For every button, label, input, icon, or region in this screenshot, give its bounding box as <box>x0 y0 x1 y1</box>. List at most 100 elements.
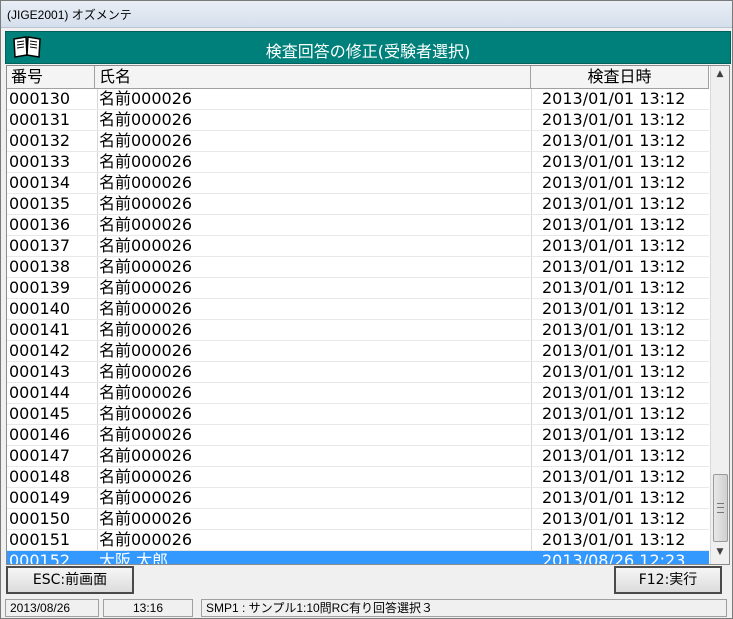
table-row[interactable]: 000130 名前000026 2013/01/01 13:12 <box>7 89 709 110</box>
cell-number: 000135 <box>9 194 71 213</box>
cell-name: 名前000026 <box>97 89 529 109</box>
cell-date: 2013/01/01 13:12 <box>531 89 718 109</box>
status-time: 13:16 <box>103 599 193 617</box>
cell-date: 2013/01/01 13:12 <box>531 194 718 214</box>
cell-date: 2013/01/01 13:12 <box>531 509 718 529</box>
cell-name: 名前000026 <box>97 173 529 193</box>
table-row[interactable]: 000142 名前000026 2013/01/01 13:12 <box>7 341 709 362</box>
cell-name: 名前000026 <box>97 257 529 277</box>
cell-number: 000141 <box>9 320 71 339</box>
table-row[interactable]: 000131 名前000026 2013/01/01 13:12 <box>7 110 709 131</box>
cell-name: 名前000026 <box>97 110 529 130</box>
scroll-down-icon[interactable]: ▼ <box>712 544 728 561</box>
cell-name: 名前000026 <box>97 383 529 403</box>
column-header-name[interactable]: 氏名 <box>95 66 531 88</box>
cell-number: 000144 <box>9 383 71 402</box>
header-banner: 検査回答の修正(受験者選択) <box>5 31 731 64</box>
cell-name: 名前000026 <box>97 488 529 508</box>
cell-name: 名前000026 <box>97 215 529 235</box>
cell-number: 000130 <box>9 89 71 108</box>
table-row[interactable]: 000151 名前000026 2013/01/01 13:12 <box>7 530 709 551</box>
cell-number: 000133 <box>9 152 71 171</box>
cell-date: 2013/01/01 13:12 <box>531 215 718 235</box>
execute-button[interactable]: F12:実行 <box>614 566 722 594</box>
table-row[interactable]: 000147 名前000026 2013/01/01 13:12 <box>7 446 709 467</box>
cell-number: 000136 <box>9 215 71 234</box>
cell-name: 名前000026 <box>97 362 529 382</box>
cell-date: 2013/01/01 13:12 <box>531 278 718 298</box>
cell-name: 名前000026 <box>97 152 529 172</box>
cell-date: 2013/01/01 13:12 <box>531 467 718 487</box>
cell-name: 名前000026 <box>97 236 529 256</box>
table-row[interactable]: 000137 名前000026 2013/01/01 13:12 <box>7 236 709 257</box>
cell-number: 000142 <box>9 341 71 360</box>
status-bar: 2013/08/26 13:16 SMP1 : サンプル1:10問RC有り回答選… <box>5 599 730 617</box>
scroll-up-icon[interactable]: ▲ <box>712 66 728 83</box>
table-row[interactable]: 000132 名前000026 2013/01/01 13:12 <box>7 131 709 152</box>
table-row[interactable]: 000143 名前000026 2013/01/01 13:12 <box>7 362 709 383</box>
cell-name: 名前000026 <box>97 131 529 151</box>
cell-date: 2013/01/01 13:12 <box>531 152 718 172</box>
cell-date: 2013/01/01 13:12 <box>531 362 718 382</box>
table-row[interactable]: 000133 名前000026 2013/01/01 13:12 <box>7 152 709 173</box>
cell-name: 名前000026 <box>97 446 529 466</box>
cell-number: 000139 <box>9 278 71 297</box>
back-button[interactable]: ESC:前画面 <box>6 566 134 594</box>
cell-number: 000138 <box>9 257 71 276</box>
cell-number: 000146 <box>9 425 71 444</box>
cell-number: 000150 <box>9 509 71 528</box>
table-body: 000130 名前000026 2013/01/01 13:12 000131 名前00… <box>7 89 709 564</box>
status-message: SMP1 : サンプル1:10問RC有り回答選択３ <box>201 599 727 617</box>
table-row[interactable]: 000135 名前000026 2013/01/01 13:12 <box>7 194 709 215</box>
cell-name: 名前000026 <box>97 194 529 214</box>
window-title: (JIGE2001) オズメンテ <box>7 8 132 22</box>
table-row[interactable]: 000141 名前000026 2013/01/01 13:12 <box>7 320 709 341</box>
cell-date: 2013/01/01 13:12 <box>531 530 718 550</box>
cell-number: 000131 <box>9 110 71 129</box>
table-row[interactable]: 000145 名前000026 2013/01/01 13:12 <box>7 404 709 425</box>
cell-date: 2013/01/01 13:12 <box>531 320 718 340</box>
table-row[interactable]: 000146 名前000026 2013/01/01 13:12 <box>7 425 709 446</box>
vertical-scrollbar[interactable]: ▲ ▼ <box>710 66 729 564</box>
table-row[interactable]: 000144 名前000026 2013/01/01 13:12 <box>7 383 709 404</box>
cell-number: 000143 <box>9 362 71 381</box>
cell-name: 名前000026 <box>97 320 529 340</box>
cell-number: 000145 <box>9 404 71 423</box>
scroll-thumb[interactable] <box>713 474 728 542</box>
table-row[interactable]: 000140 名前000026 2013/01/01 13:12 <box>7 299 709 320</box>
table-row[interactable]: 000138 名前000026 2013/01/01 13:12 <box>7 257 709 278</box>
table-row[interactable]: 000152 大阪 太郎 2013/08/26 12:23 <box>7 551 709 564</box>
cell-date: 2013/01/01 13:12 <box>531 341 718 361</box>
table-row[interactable]: 000134 名前000026 2013/01/01 13:12 <box>7 173 709 194</box>
cell-name: 名前000026 <box>97 467 529 487</box>
cell-name: 名前000026 <box>97 278 529 298</box>
cell-date: 2013/01/01 13:12 <box>531 425 718 445</box>
examinee-table[interactable]: 番号 氏名 検査日時 000130 名前000026 2013/01/01 13:1… <box>6 65 730 565</box>
cell-number: 000140 <box>9 299 71 318</box>
cell-date: 2013/01/01 13:12 <box>531 173 718 193</box>
cell-name: 名前000026 <box>97 509 529 529</box>
table-row[interactable]: 000148 名前000026 2013/01/01 13:12 <box>7 467 709 488</box>
status-date: 2013/08/26 <box>5 599 99 617</box>
application-window: (JIGE2001) オズメンテ 検査回答の修正(受験者選択) 番号 氏名 検査… <box>0 0 733 619</box>
cell-date: 2013/01/01 13:12 <box>531 404 718 424</box>
table-row[interactable]: 000150 名前000026 2013/01/01 13:12 <box>7 509 709 530</box>
column-header-date[interactable]: 検査日時 <box>531 66 709 88</box>
cell-number: 000134 <box>9 173 71 192</box>
column-header-number[interactable]: 番号 <box>7 66 95 88</box>
table-row[interactable]: 000149 名前000026 2013/01/01 13:12 <box>7 488 709 509</box>
cell-date: 2013/01/01 13:12 <box>531 110 718 130</box>
table-row[interactable]: 000139 名前000026 2013/01/01 13:12 <box>7 278 709 299</box>
cell-name: 名前000026 <box>97 404 529 424</box>
cell-date: 2013/01/01 13:12 <box>531 299 718 319</box>
cell-date: 2013/01/01 13:12 <box>531 131 718 151</box>
cell-number: 000149 <box>9 488 71 507</box>
title-bar: (JIGE2001) オズメンテ <box>1 1 732 28</box>
cell-date: 2013/01/01 13:12 <box>531 383 718 403</box>
cell-number: 000132 <box>9 131 71 150</box>
cell-number: 000147 <box>9 446 71 465</box>
screen-title: 検査回答の修正(受験者選択) <box>265 42 471 61</box>
table-header: 番号 氏名 検査日時 <box>7 66 709 89</box>
table-row[interactable]: 000136 名前000026 2013/01/01 13:12 <box>7 215 709 236</box>
cell-number: 000151 <box>9 530 71 549</box>
